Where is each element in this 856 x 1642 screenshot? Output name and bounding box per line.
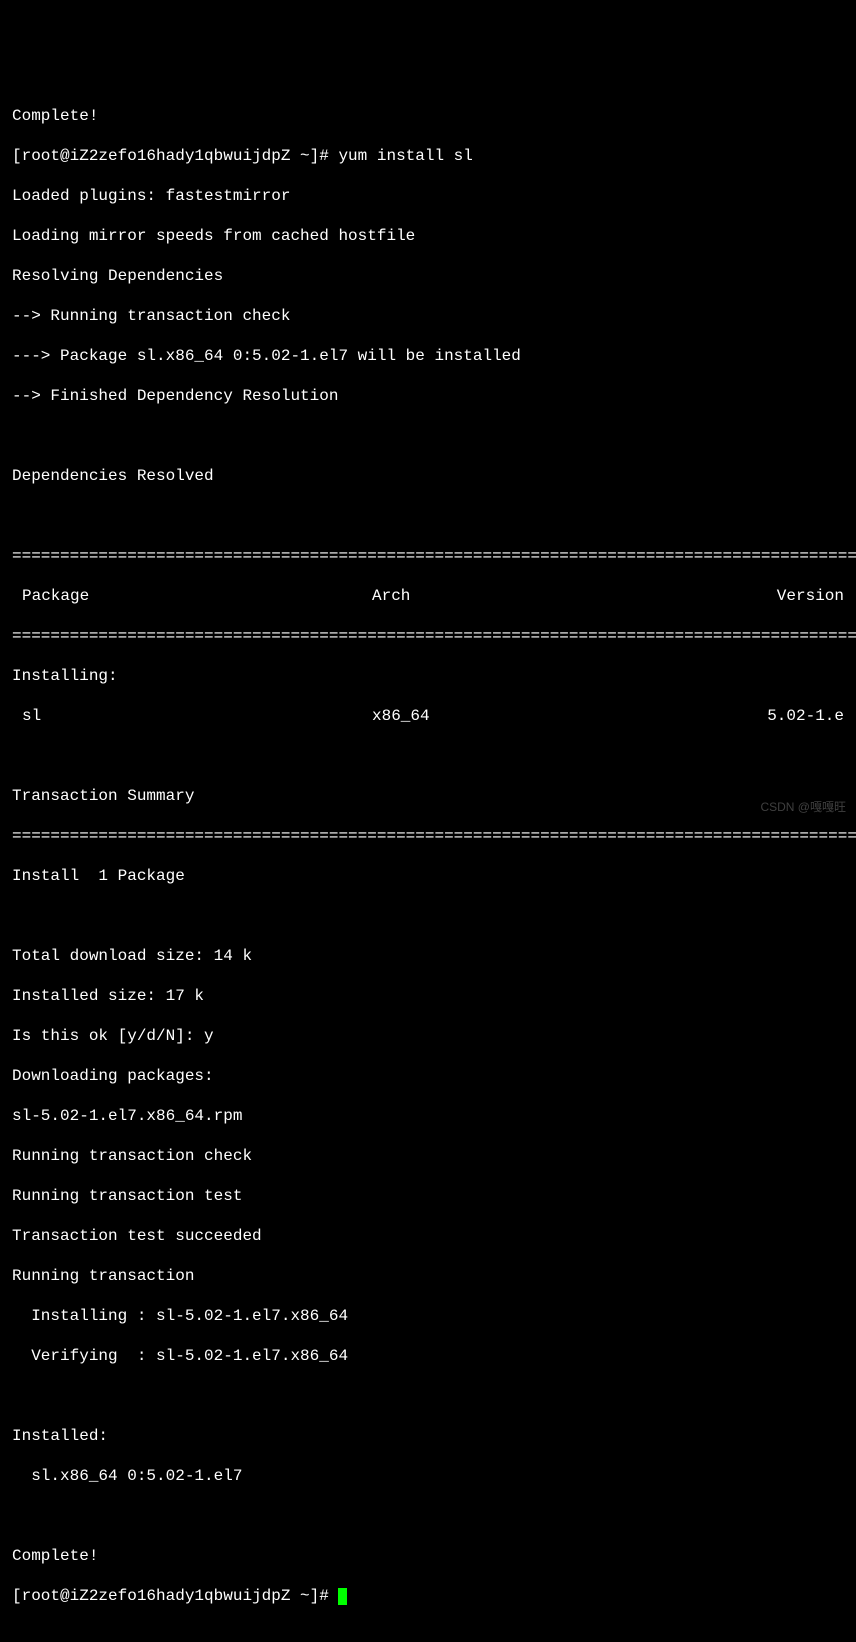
- output-line: ---> Package sl.x86_64 0:5.02-1.el7 will…: [12, 346, 844, 366]
- output-line: Downloading packages:: [12, 1066, 844, 1086]
- output-line: Installed size: 17 k: [12, 986, 844, 1006]
- output-line: sl-5.02-1.el7.x86_64.rpm: [12, 1106, 844, 1126]
- output-line: --> Finished Dependency Resolution: [12, 386, 844, 406]
- terminal-output[interactable]: Complete! [root@iZ2zefo16hady1qbwuijdpZ …: [12, 86, 844, 1626]
- output-line: Install 1 Package: [12, 866, 844, 886]
- output-line: Installing : sl-5.02-1.el7.x86_64: [12, 1306, 844, 1326]
- cell-version: 5.02-1.e: [752, 706, 844, 726]
- watermark: CSDN @嘎嘎旺: [760, 800, 846, 815]
- blank-line: [12, 746, 844, 766]
- prompt-line: [root@iZ2zefo16hady1qbwuijdpZ ~]# yum in…: [12, 146, 844, 166]
- divider-line: ========================================…: [12, 546, 844, 566]
- output-line: Loading mirror speeds from cached hostfi…: [12, 226, 844, 246]
- divider-line: ========================================…: [12, 826, 844, 846]
- output-line: Complete!: [12, 106, 844, 126]
- cursor-icon[interactable]: [338, 1588, 347, 1605]
- blank-line: [12, 426, 844, 446]
- output-line: Verifying : sl-5.02-1.el7.x86_64: [12, 1346, 844, 1366]
- output-line: Loaded plugins: fastestmirror: [12, 186, 844, 206]
- prompt-line[interactable]: [root@iZ2zefo16hady1qbwuijdpZ ~]#: [12, 1586, 844, 1606]
- output-line: Running transaction check: [12, 1146, 844, 1166]
- blank-line: [12, 906, 844, 926]
- cell-package: sl: [12, 706, 372, 726]
- output-line: Transaction Summary: [12, 786, 844, 806]
- output-line: Installed:: [12, 1426, 844, 1446]
- blank-line: [12, 1506, 844, 1526]
- output-line: --> Running transaction check: [12, 306, 844, 326]
- output-line: Installing:: [12, 666, 844, 686]
- blank-line: [12, 506, 844, 526]
- output-line: Total download size: 14 k: [12, 946, 844, 966]
- table-row: slx86_645.02-1.e: [12, 706, 844, 726]
- prompt-user: [root@iZ2zefo16hady1qbwuijdpZ ~]#: [12, 1587, 338, 1605]
- divider-line: ========================================…: [12, 626, 844, 646]
- table-header: PackageArchVersion: [12, 586, 844, 606]
- output-line: Dependencies Resolved: [12, 466, 844, 486]
- header-version: Version: [752, 586, 844, 606]
- blank-line: [12, 1386, 844, 1406]
- output-line: Resolving Dependencies: [12, 266, 844, 286]
- output-line: sl.x86_64 0:5.02-1.el7: [12, 1466, 844, 1486]
- header-arch: Arch: [372, 586, 752, 606]
- header-package: Package: [12, 586, 372, 606]
- output-line: Is this ok [y/d/N]: y: [12, 1026, 844, 1046]
- prompt-user: [root@iZ2zefo16hady1qbwuijdpZ ~]#: [12, 147, 338, 165]
- cell-arch: x86_64: [372, 706, 752, 726]
- command-text: yum install sl: [338, 147, 472, 165]
- output-line: Transaction test succeeded: [12, 1226, 844, 1246]
- output-line: Running transaction: [12, 1266, 844, 1286]
- output-line: Running transaction test: [12, 1186, 844, 1206]
- output-line: Complete!: [12, 1546, 844, 1566]
